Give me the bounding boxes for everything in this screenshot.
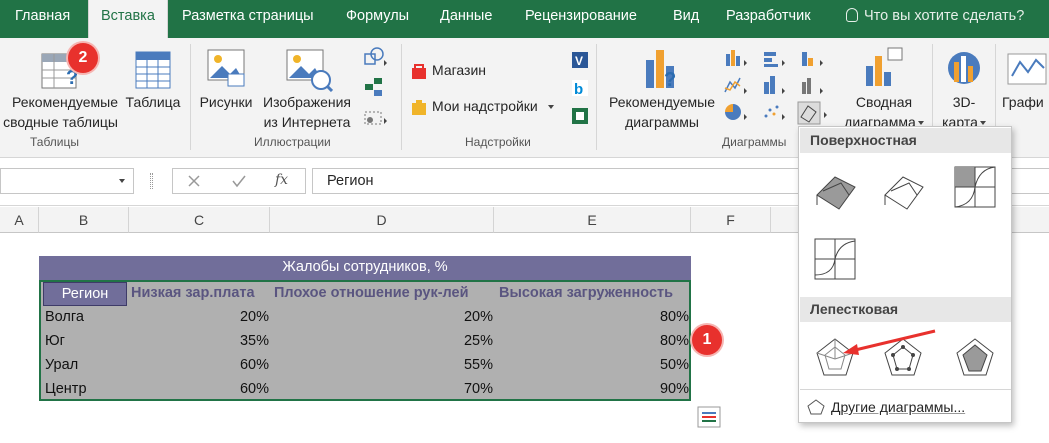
chart-type-dropdown: Поверхностная Лепестковая Другие диаграм… xyxy=(798,126,1012,423)
cell-region[interactable]: Волга xyxy=(45,306,84,330)
cancel-icon[interactable] xyxy=(187,174,201,188)
step-badge-2: 2 xyxy=(68,43,98,73)
cell-value[interactable]: 60% xyxy=(131,354,269,378)
pictures-button[interactable]: Рисунки xyxy=(196,92,256,112)
column-header-e[interactable]: E xyxy=(494,207,691,233)
shapes-icon[interactable] xyxy=(362,46,392,136)
table-button[interactable]: Таблица xyxy=(122,92,184,112)
store-icon[interactable] xyxy=(410,62,428,80)
cell-value[interactable]: 50% xyxy=(499,354,689,378)
cell-value[interactable]: 20% xyxy=(131,306,269,330)
pictures-icon[interactable] xyxy=(206,48,250,92)
cell-value[interactable]: 20% xyxy=(274,306,493,330)
quick-analysis-icon[interactable] xyxy=(697,406,721,428)
svg-text:b: b xyxy=(574,81,583,98)
surface-wireframe-icon[interactable] xyxy=(881,165,931,215)
tab-view[interactable]: Вид xyxy=(673,8,699,24)
tab-developer[interactable]: Разработчик xyxy=(726,8,811,24)
tell-me-search[interactable]: Что вы хотите сделать? xyxy=(846,8,1024,24)
table-title[interactable]: Жалобы сотрудников, % xyxy=(39,256,691,280)
column-header-a[interactable]: A xyxy=(0,207,39,233)
enter-icon[interactable] xyxy=(231,174,247,188)
tell-me-text: Что вы хотите сделать? xyxy=(864,8,1025,24)
my-addins-icon[interactable] xyxy=(410,98,428,116)
drag-handle[interactable] xyxy=(150,173,153,189)
addin-app-icons[interactable]: V b xyxy=(571,50,589,130)
column-header-d[interactable]: D xyxy=(270,207,494,233)
group-addins-label: Надстройки xyxy=(465,135,531,149)
cell-value[interactable]: 80% xyxy=(499,306,689,330)
column-header-f[interactable]: F xyxy=(691,207,771,233)
recommended-charts-button[interactable]: Рекомендуемые диаграммы xyxy=(604,92,720,132)
cell-region[interactable]: Центр xyxy=(45,378,87,402)
data-table[interactable]: Регион Низкая зар.плата Плохое отношение… xyxy=(39,280,691,401)
tab-review[interactable]: Рецензирование xyxy=(525,8,637,24)
tab-data[interactable]: Данные xyxy=(440,8,492,24)
cell-value[interactable]: 55% xyxy=(274,354,493,378)
recommended-charts-icon[interactable]: ? xyxy=(642,46,682,92)
group-separator xyxy=(190,44,191,150)
surface-contour-icon[interactable] xyxy=(953,165,1003,215)
chevron-down-icon[interactable] xyxy=(119,179,125,183)
fx-icon[interactable]: fx xyxy=(275,172,288,188)
header-low-salary[interactable]: Низкая зар.плата xyxy=(131,282,269,306)
ribbon-tab-bar: Главная Вставка Разметка страницы Формул… xyxy=(0,0,1049,40)
more-charts-button[interactable]: Другие диаграммы... xyxy=(807,399,965,415)
my-addins-button[interactable]: Мои надстройки xyxy=(432,96,554,116)
cell-value[interactable]: 90% xyxy=(499,378,689,402)
tab-insert[interactable]: Вставка xyxy=(88,0,168,40)
cell-value[interactable]: 25% xyxy=(274,330,493,354)
sparkline-line-icon[interactable] xyxy=(1006,52,1049,88)
section-surface: Поверхностная xyxy=(800,128,1011,153)
tab-formulas[interactable]: Формулы xyxy=(346,8,409,24)
lightbulb-icon xyxy=(846,8,858,22)
group-tables-label: Таблицы xyxy=(30,135,80,149)
chart-types-grid[interactable] xyxy=(722,46,836,126)
svg-text:V: V xyxy=(575,54,583,68)
online-pictures-button[interactable]: Изображения из Интернета xyxy=(256,92,358,132)
group-charts-label: Диаграммы xyxy=(722,135,787,149)
3d-map-icon[interactable] xyxy=(944,48,984,92)
step-badge-1: 1 xyxy=(692,325,722,355)
name-box[interactable] xyxy=(0,168,134,194)
cell-region[interactable]: Юг xyxy=(45,330,65,354)
header-region[interactable]: Регион xyxy=(43,282,127,306)
table-icon[interactable] xyxy=(134,48,174,92)
group-separator xyxy=(401,44,402,150)
recommended-pivot-button[interactable]: Рекомендуемые сводные таблицы xyxy=(2,92,118,132)
cell-value[interactable]: 80% xyxy=(499,330,689,354)
filled-radar-icon[interactable] xyxy=(953,335,1003,385)
svg-text:?: ? xyxy=(664,69,676,91)
group-illustrations-label: Иллюстрации xyxy=(254,135,331,149)
pivot-chart-icon[interactable] xyxy=(862,46,906,92)
column-header-b[interactable]: B xyxy=(39,207,129,233)
tab-home[interactable]: Главная xyxy=(15,8,70,24)
cell-region[interactable]: Урал xyxy=(45,354,78,378)
radar-small-icon xyxy=(807,399,825,415)
pointer-arrow-icon xyxy=(843,329,936,355)
sparkline-line-button[interactable]: Графи xyxy=(1002,92,1044,112)
surface-3d-icon[interactable] xyxy=(813,165,863,215)
group-separator xyxy=(596,44,597,150)
cell-value[interactable]: 70% xyxy=(274,378,493,402)
header-bad-attitude[interactable]: Плохое отношение рук-лей xyxy=(274,282,498,306)
online-pictures-icon[interactable] xyxy=(285,48,333,92)
store-button[interactable]: Магазин xyxy=(432,60,486,80)
tab-page-layout[interactable]: Разметка страницы xyxy=(182,8,314,24)
divider xyxy=(800,389,1011,390)
cell-value[interactable]: 35% xyxy=(131,330,269,354)
cell-value[interactable]: 60% xyxy=(131,378,269,402)
header-high-workload[interactable]: Высокая загруженность xyxy=(499,282,693,306)
formula-buttons: fx xyxy=(172,168,306,194)
section-radar: Лепестковая xyxy=(800,297,1011,322)
column-header-c[interactable]: C xyxy=(129,207,270,233)
surface-wireframe-contour-icon[interactable] xyxy=(813,237,863,287)
